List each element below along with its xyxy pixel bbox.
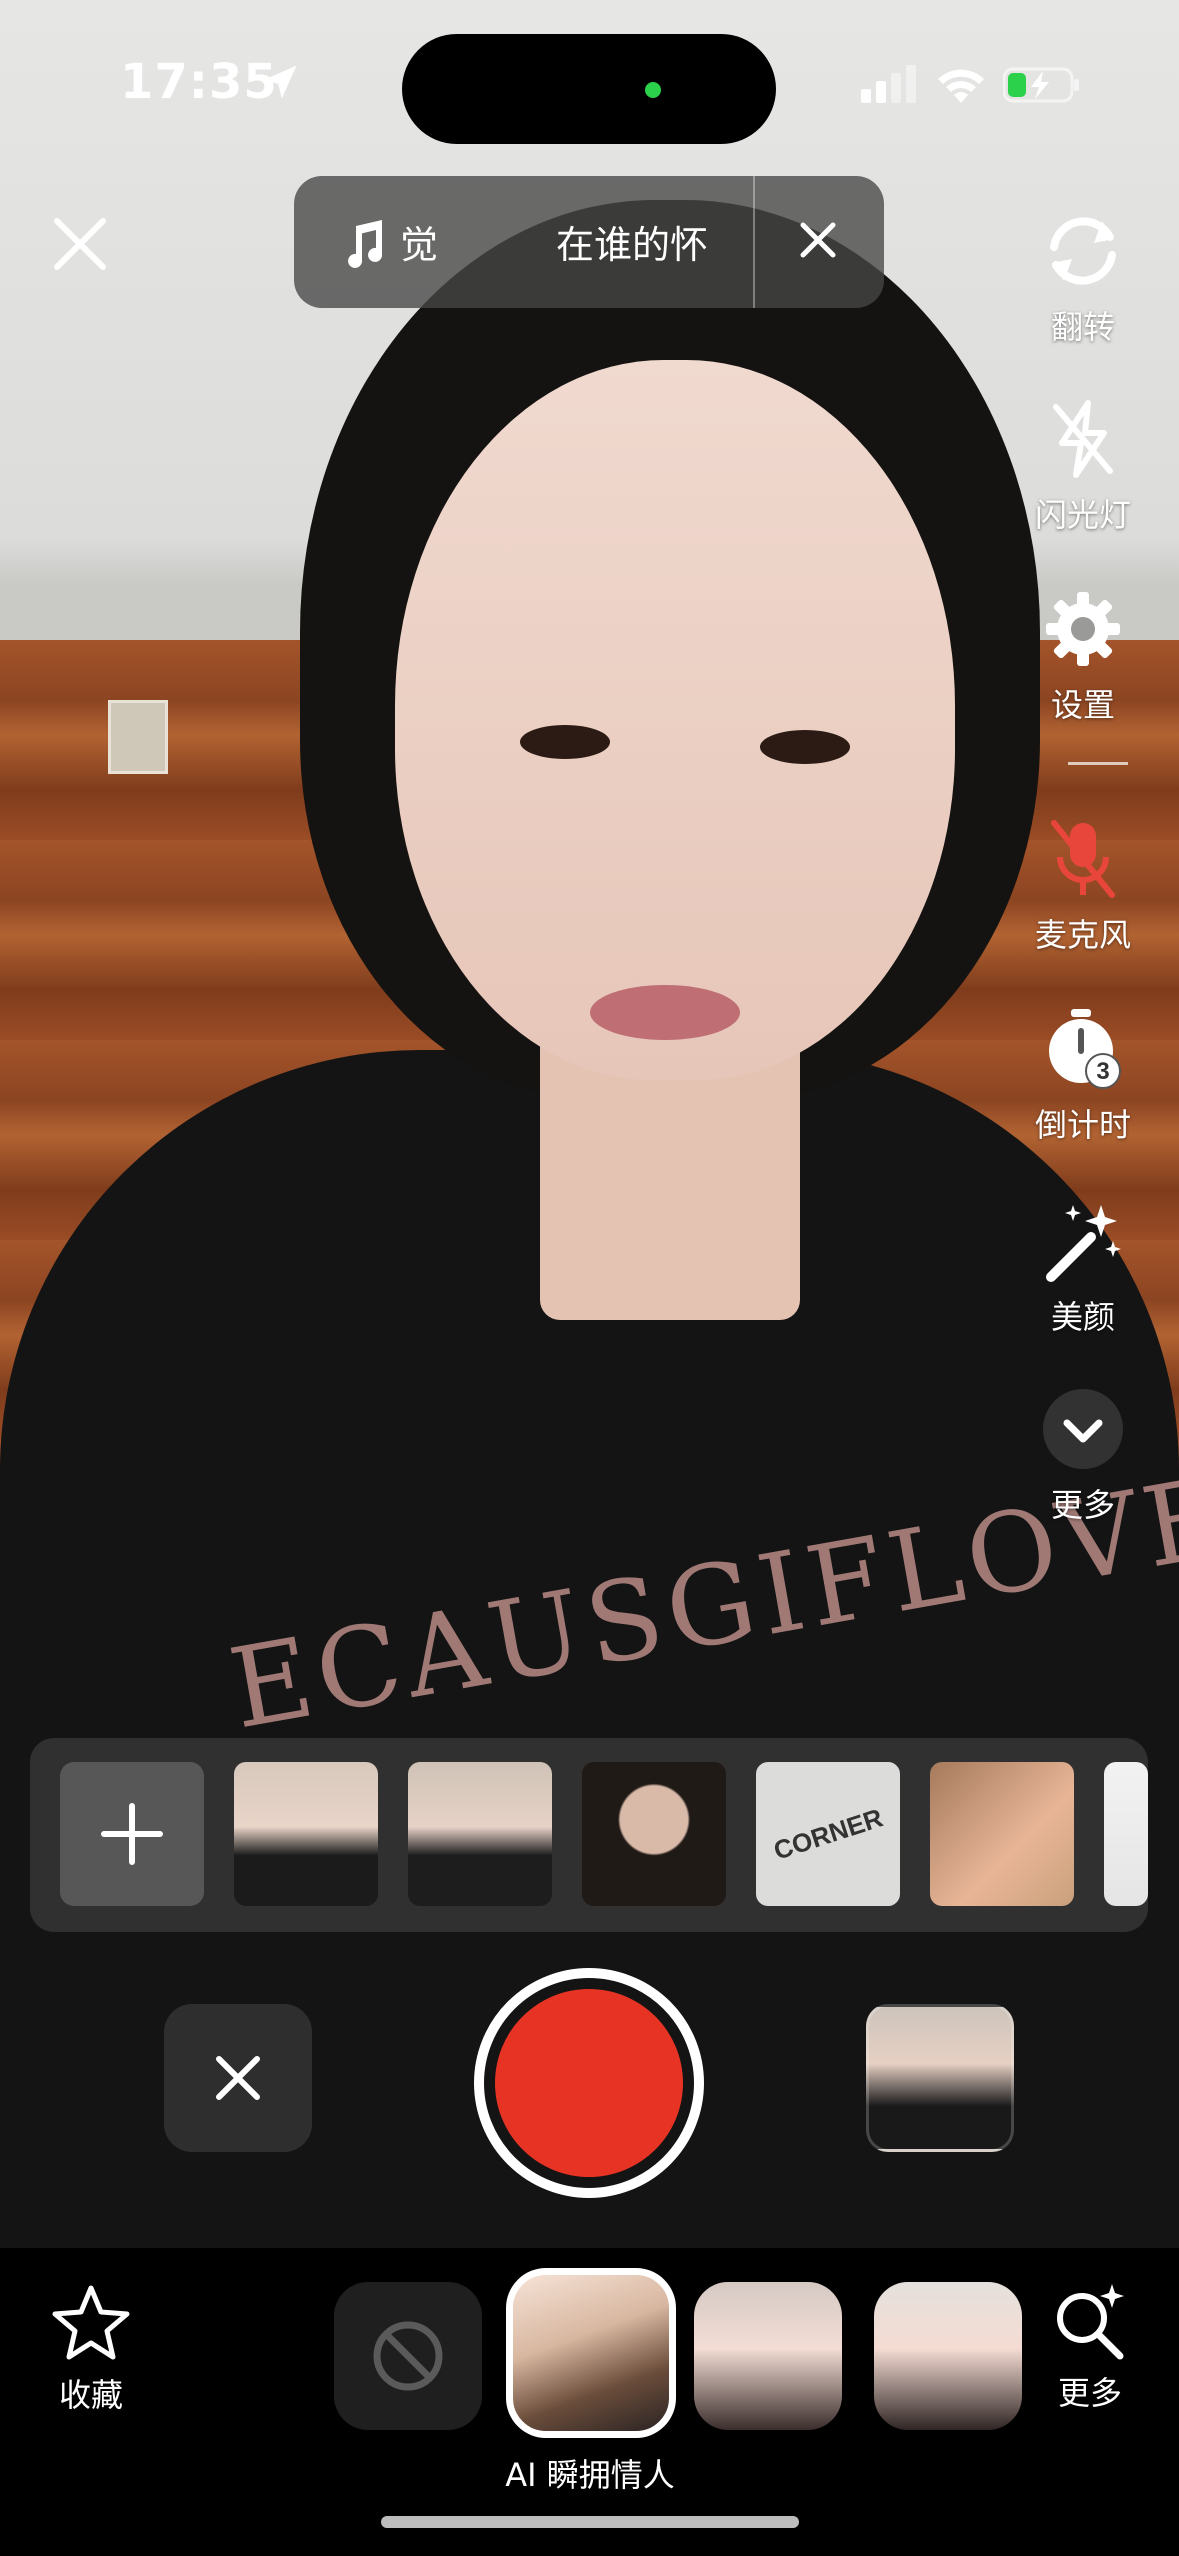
timer-value: 3	[1096, 1058, 1109, 1085]
wall-poster	[108, 700, 168, 774]
status-icons	[861, 62, 1081, 108]
right-eye	[760, 730, 850, 764]
music-artist[interactable]: 在谁的怀	[556, 214, 708, 269]
microphone-muted-icon	[1038, 814, 1128, 904]
record-button[interactable]	[495, 1989, 683, 2177]
left-eye	[520, 725, 610, 759]
search-sparkle-icon	[1057, 2284, 1124, 2360]
effect-ai-embrace-selected[interactable]	[506, 2268, 676, 2438]
tool-countdown[interactable]: 3 倒计时	[1003, 1004, 1163, 1146]
close-icon	[54, 218, 106, 270]
dynamic-island	[402, 34, 776, 144]
photo-thumbnail[interactable]	[582, 1762, 726, 1906]
tools-divider	[1068, 762, 1128, 765]
close-camera-button[interactable]	[40, 204, 120, 284]
effect-none[interactable]	[334, 2282, 482, 2430]
battery-charging-icon	[1003, 67, 1079, 103]
flash-off-icon	[1038, 394, 1128, 484]
tool-more[interactable]: 更多	[1003, 1384, 1163, 1526]
plus-icon	[101, 1803, 163, 1865]
photo-thumbnail[interactable]	[930, 1762, 1074, 1906]
countdown-timer-icon: 3	[1038, 1004, 1128, 1094]
tool-microphone[interactable]: 麦克风	[1003, 814, 1163, 956]
lips	[590, 985, 740, 1040]
tool-beauty[interactable]: 美颜	[1003, 1196, 1163, 1338]
location-arrow-icon	[263, 65, 297, 99]
more-label: 更多	[1057, 2374, 1122, 2412]
tool-label: 倒计时	[1034, 1106, 1131, 1144]
search-effects-button[interactable]: 更多	[1040, 2282, 1140, 2414]
wifi-icon	[938, 69, 984, 103]
beauty-wand-icon	[1038, 1196, 1128, 1286]
favorites-button[interactable]: 收藏	[36, 2284, 146, 2416]
thumbnail-text: CORNER	[769, 1801, 887, 1866]
tool-label: 麦克风	[1034, 916, 1131, 954]
tool-label: 美颜	[1050, 1298, 1115, 1336]
add-photo-button[interactable]	[60, 1762, 204, 1906]
settings-gear-icon	[1038, 584, 1128, 674]
photo-thumbnail[interactable]: CORNER	[756, 1762, 900, 1906]
selected-effect-name: AI 瞬拥情人	[505, 2456, 675, 2494]
flip-camera-icon	[1038, 206, 1128, 296]
favorites-label: 收藏	[58, 2376, 123, 2414]
status-time: 17:35	[120, 54, 278, 110]
music-note-icon	[348, 220, 383, 268]
remove-music-button[interactable]	[790, 210, 846, 270]
no-effect-icon	[373, 2321, 443, 2391]
tool-label: 翻转	[1050, 308, 1115, 346]
music-song-title[interactable]: 觉	[400, 214, 438, 269]
chevron-down-icon	[1038, 1384, 1128, 1474]
cellular-signal-icon	[861, 65, 916, 103]
effect-thumbnail[interactable]	[694, 2282, 842, 2430]
tool-label: 闪光灯	[1034, 496, 1131, 534]
close-icon	[800, 222, 836, 258]
photo-thumbnail[interactable]	[1104, 1762, 1148, 1906]
tool-label: 设置	[1050, 686, 1115, 724]
camera-in-use-indicator	[645, 82, 661, 98]
tool-settings[interactable]: 设置	[1003, 584, 1163, 726]
tool-label: 更多	[1050, 1486, 1115, 1524]
close-icon	[216, 2056, 260, 2100]
star-icon	[52, 2285, 130, 2360]
gallery-thumbnail[interactable]	[866, 2004, 1014, 2152]
tool-flip[interactable]: 翻转	[1003, 206, 1163, 348]
tool-flash[interactable]: 闪光灯	[1003, 394, 1163, 536]
discard-button[interactable]	[164, 2004, 312, 2152]
music-divider	[753, 176, 755, 308]
photo-thumbnail[interactable]	[234, 1762, 378, 1906]
home-indicator[interactable]	[381, 2516, 799, 2528]
face	[395, 360, 955, 1080]
effect-thumbnail[interactable]	[874, 2282, 1022, 2430]
photo-thumbnail[interactable]	[408, 1762, 552, 1906]
